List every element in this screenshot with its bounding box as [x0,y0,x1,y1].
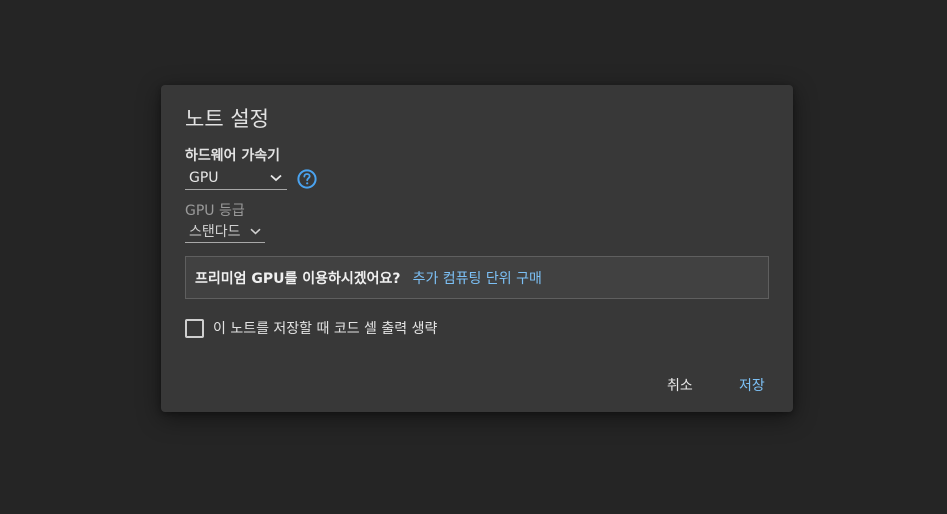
chevron-down-icon [248,224,262,238]
gpu-tier-select[interactable]: 스탠다드 [185,220,265,243]
buy-compute-units-link[interactable]: 추가 컴퓨팅 단위 구매 [413,268,542,288]
omit-output-label[interactable]: 이 노트를 저장할 때 코드 셀 출력 생략 [213,318,437,338]
gpu-tier-selected-value: 스탠다드 [189,224,241,240]
omit-output-checkbox[interactable] [185,318,204,338]
accelerator-selected-value: GPU [189,170,219,186]
premium-gpu-banner: 프리미엄 GPU를 이용하시겠어요? 추가 컴퓨팅 단위 구매 [185,256,769,299]
accelerator-label: 하드웨어 가속기 [185,148,281,164]
help-icon[interactable] [297,169,317,189]
dialog-title: 노트 설정 [185,107,269,131]
accelerator-select[interactable]: GPU [185,167,287,190]
save-button[interactable]: 저장 [739,372,765,398]
premium-gpu-question: 프리미엄 GPU를 이용하시겠어요? [195,270,401,287]
chevron-down-icon [269,171,283,185]
gpu-tier-label: GPU 등급 [185,203,245,219]
notebook-settings-dialog: 노트 설정 하드웨어 가속기 GPU GPU 등급 스탠다드 프리미엄 GPU를… [161,85,793,412]
cancel-button[interactable]: 취소 [667,372,693,398]
omit-output-option[interactable]: 이 노트를 저장할 때 코드 셀 출력 생략 [185,318,437,338]
